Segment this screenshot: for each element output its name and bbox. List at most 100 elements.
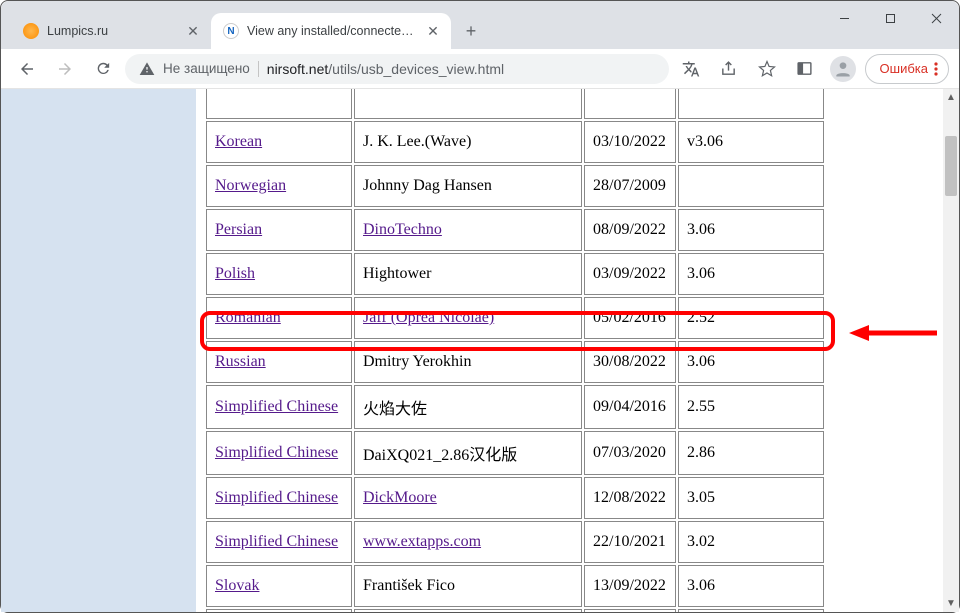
date-cell xyxy=(584,89,676,119)
version-cell: 2.52 xyxy=(678,297,824,339)
language-cell: Persian xyxy=(206,209,352,251)
language-link[interactable]: Simplified Chinese xyxy=(215,398,338,415)
date-cell: 13/09/2022 xyxy=(584,565,676,607)
tab-strip: Lumpics.ru ✕ N View any installed/connec… xyxy=(1,1,821,49)
version-cell: 3.06 xyxy=(678,209,824,251)
language-link[interactable]: Simplified Chinese xyxy=(215,533,338,550)
date-cell: 07/03/2020 xyxy=(584,431,676,475)
date-cell: 08/09/2022 xyxy=(584,209,676,251)
left-sidebar xyxy=(1,89,196,612)
translator-link[interactable]: DinoTechno xyxy=(363,221,442,238)
language-link[interactable]: Polish xyxy=(215,265,255,282)
date-cell: 12/08/2022 xyxy=(584,477,676,519)
version-cell: 2.55 xyxy=(678,385,824,429)
translator-cell: Dmitry Yerokhin xyxy=(354,341,582,383)
insecure-label: Не защищено xyxy=(163,61,250,76)
maximize-button[interactable] xyxy=(867,1,913,35)
error-chip[interactable]: Ошибка xyxy=(865,54,949,84)
tab-nirsoft[interactable]: N View any installed/connected US ✕ xyxy=(211,13,451,49)
content-pane[interactable]: Korean J. K. Lee.(Wave)03/10/2022v3.06 Nor… xyxy=(196,89,943,612)
table-row: Simplified ChineseDaiXQ021_2.86汉化版07/03/… xyxy=(206,431,824,475)
table-row: RomanianJaff (Oprea Nicolae)05/02/20162.… xyxy=(206,297,824,339)
table-row: Simplified Chinese DickMoore 12/08/20223.0… xyxy=(206,477,824,519)
page-viewport: Korean J. K. Lee.(Wave)03/10/2022v3.06 Nor… xyxy=(1,89,959,612)
date-cell: 03/09/2022 xyxy=(584,253,676,295)
profile-button[interactable] xyxy=(827,53,859,85)
date-cell: 22/10/2021 xyxy=(584,521,676,563)
version-cell: 3.06 xyxy=(678,565,824,607)
table-row: NorwegianJohnny Dag Hansen28/07/2009 xyxy=(206,165,824,207)
error-label: Ошибка xyxy=(880,61,928,76)
language-link[interactable]: Romanian xyxy=(215,309,281,326)
translator-cell: Jaff (Oprea Nicolae) xyxy=(354,297,582,339)
version-cell: 2.46 xyxy=(678,609,824,612)
language-link[interactable]: Korean xyxy=(215,133,262,150)
version-cell: v3.06 xyxy=(678,121,824,163)
scroll-up-icon[interactable]: ▲ xyxy=(943,89,959,106)
scroll-down-icon[interactable]: ▼ xyxy=(943,595,959,612)
table-row: Simplified Chinese火焰大佐09/04/20162.55 xyxy=(206,385,824,429)
side-panel-icon[interactable] xyxy=(789,53,821,85)
minimize-button[interactable] xyxy=(821,1,867,35)
date-cell: 09/04/2016 xyxy=(584,385,676,429)
close-tab-icon[interactable]: ✕ xyxy=(425,23,441,39)
translator-cell: J. K. Lee.(Wave) xyxy=(354,121,582,163)
language-link[interactable]: Simplified Chinese xyxy=(215,489,338,506)
language-cell: Norwegian xyxy=(206,165,352,207)
forward-button[interactable] xyxy=(49,53,81,85)
back-button[interactable] xyxy=(11,53,43,85)
language-cell: Polish xyxy=(206,253,352,295)
language-link[interactable]: Norwegian xyxy=(215,177,286,194)
arrow-annotation xyxy=(849,323,939,343)
translator-cell: František Fico xyxy=(354,565,582,607)
favicon-nirsoft-icon: N xyxy=(223,23,239,39)
close-tab-icon[interactable]: ✕ xyxy=(185,23,201,39)
vertical-scrollbar[interactable]: ▲ ▼ xyxy=(943,89,959,612)
language-link[interactable]: Persian xyxy=(215,221,262,238)
language-link[interactable]: Slovak xyxy=(215,577,259,594)
translator-cell: Johnny Dag Hansen xyxy=(354,165,582,207)
url-field[interactable]: Не защищено nirsoft.net/utils/usb_device… xyxy=(125,54,669,84)
language-cell: Slovak xyxy=(206,565,352,607)
translate-icon[interactable] xyxy=(675,53,707,85)
close-window-button[interactable] xyxy=(913,1,959,35)
new-tab-button[interactable]: + xyxy=(457,17,485,45)
favicon-lumpics-icon xyxy=(23,23,39,39)
browser-titlebar: Lumpics.ru ✕ N View any installed/connec… xyxy=(1,1,959,49)
scrollbar-track[interactable] xyxy=(943,106,959,595)
bookmark-icon[interactable] xyxy=(751,53,783,85)
window-controls xyxy=(821,1,959,49)
translator-link[interactable]: Jaff (Oprea Nicolae) xyxy=(363,309,494,326)
separator xyxy=(258,61,259,77)
reload-button[interactable] xyxy=(87,53,119,85)
version-cell xyxy=(678,89,824,119)
language-cell: Simplified Chinese xyxy=(206,477,352,519)
version-cell: 3.06 xyxy=(678,253,824,295)
language-cell: Romanian xyxy=(206,297,352,339)
language-link[interactable]: Russian xyxy=(215,353,266,370)
version-cell: 3.02 xyxy=(678,521,824,563)
address-bar: Не защищено nirsoft.net/utils/usb_device… xyxy=(1,49,959,89)
table-row xyxy=(206,89,824,119)
table-row: PolishHightower03/09/20223.06 xyxy=(206,253,824,295)
language-cell: Korean xyxy=(206,121,352,163)
table-row: Korean J. K. Lee.(Wave)03/10/2022v3.06 xyxy=(206,121,824,163)
date-cell: 03/10/2022 xyxy=(584,121,676,163)
translator-cell: DinoTechno xyxy=(354,209,582,251)
language-table: Korean J. K. Lee.(Wave)03/10/2022v3.06 Nor… xyxy=(204,89,826,612)
scrollbar-thumb[interactable] xyxy=(945,136,957,196)
translator-cell: DickMoore xyxy=(354,477,582,519)
translator-link[interactable]: www.extapps.com xyxy=(363,533,481,550)
table-row: RussianDmitry Yerokhin30/08/20223.06 xyxy=(206,341,824,383)
translator-link[interactable]: DickMoore xyxy=(363,489,437,506)
language-cell: Simplified Chinese xyxy=(206,385,352,429)
language-link[interactable]: Simplified Chinese xyxy=(215,444,338,461)
tab-lumpics[interactable]: Lumpics.ru ✕ xyxy=(11,13,211,49)
table-row: Persian DinoTechno 08/09/20223.06 xyxy=(206,209,824,251)
tab-label: Lumpics.ru xyxy=(47,24,177,38)
version-cell: 3.05 xyxy=(678,477,824,519)
translator-cell: Juraj Vaňa xyxy=(354,609,582,612)
translator-cell xyxy=(354,89,582,119)
table-row: SlovakJuraj Vaňa20/10/20152.46 xyxy=(206,609,824,612)
share-icon[interactable] xyxy=(713,53,745,85)
